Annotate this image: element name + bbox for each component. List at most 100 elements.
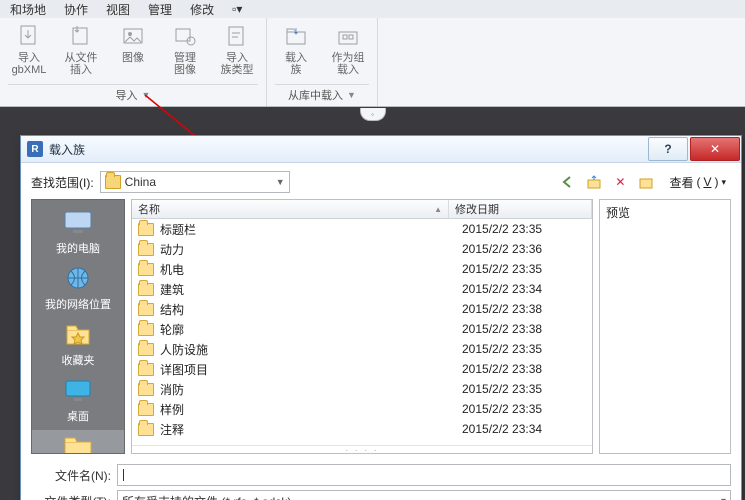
file-row[interactable]: 建筑2015/2/2 23:34	[132, 279, 592, 299]
folder-icon	[138, 403, 154, 416]
insert-from-file-button[interactable]: 从文件 插入	[60, 22, 102, 76]
up-button[interactable]	[586, 174, 602, 190]
load-family-button[interactable]: 载入 族	[275, 22, 317, 76]
file-row[interactable]: 结构2015/2/2 23:38	[132, 299, 592, 319]
dialog-title: 载入族	[49, 141, 647, 158]
filename-input[interactable]	[117, 464, 731, 486]
desktop-icon	[59, 376, 97, 406]
file-insert-icon	[67, 22, 95, 50]
folder-icon	[138, 223, 154, 236]
file-row[interactable]: 消防2015/2/2 23:35	[132, 379, 592, 399]
file-date: 2015/2/2 23:38	[462, 362, 592, 376]
ribbon-group-load-from-library: 载入 族 作为组 载入 从库中载入▼	[267, 18, 378, 106]
computer-icon	[59, 208, 97, 238]
chevron-down-icon[interactable]: ▼	[142, 90, 151, 100]
preview-pane: 预览	[599, 199, 731, 454]
manage-images-button[interactable]: 管理 图像	[164, 22, 206, 76]
close-button[interactable]: ✕	[690, 137, 740, 161]
ribbon-label: 导入 gbXML	[12, 52, 47, 76]
file-row[interactable]: 机电2015/2/2 23:35	[132, 259, 592, 279]
sidebar-item-favorites[interactable]: 收藏夹	[32, 318, 124, 372]
import-gbxml-button[interactable]: 导入 gbXML	[8, 22, 50, 76]
file-row[interactable]: 标题栏2015/2/2 23:35	[132, 219, 592, 239]
look-in-label: 查找范围(I):	[31, 174, 94, 191]
folder-in-icon	[282, 22, 310, 50]
view-menu-button[interactable]: 查看(V)▾	[664, 172, 731, 193]
file-name: 标题栏	[160, 221, 462, 238]
file-list[interactable]: 标题栏2015/2/2 23:35动力2015/2/2 23:36机电2015/…	[132, 219, 592, 445]
ribbon-label: 图像	[122, 52, 144, 64]
folder-group-icon	[334, 22, 362, 50]
sort-indicator-icon: ▲	[434, 205, 442, 214]
sidebar-item-desktop[interactable]: 桌面	[32, 374, 124, 428]
file-row[interactable]: 详图项目2015/2/2 23:38	[132, 359, 592, 379]
file-name: 机电	[160, 261, 462, 278]
folder-icon	[138, 283, 154, 296]
ribbon-group-title: 从库中载入▼	[275, 84, 369, 106]
dialog-titlebar[interactable]: R 载入族 ? ✕	[21, 136, 741, 163]
import-family-types-button[interactable]: 导入 族类型	[216, 22, 258, 76]
look-in-value: China	[125, 175, 156, 189]
file-row[interactable]: 人防设施2015/2/2 23:35	[132, 339, 592, 359]
ribbon-label: 管理 图像	[174, 52, 196, 76]
folder-icon	[138, 263, 154, 276]
resize-gripper[interactable]: · · · ·	[132, 445, 592, 453]
new-folder-button[interactable]	[638, 174, 654, 190]
menu-item[interactable]: 协作	[58, 0, 94, 19]
ribbon-label: 从文件 插入	[65, 52, 98, 76]
file-date: 2015/2/2 23:36	[462, 242, 592, 256]
menu-item[interactable]: 修改	[184, 0, 220, 19]
file-row[interactable]: 注释2015/2/2 23:34	[132, 419, 592, 439]
app-icon: R	[27, 141, 43, 157]
help-button[interactable]: ?	[648, 137, 688, 161]
file-row[interactable]: 轮廓2015/2/2 23:38	[132, 319, 592, 339]
file-row[interactable]: 样例2015/2/2 23:35	[132, 399, 592, 419]
file-date: 2015/2/2 23:35	[462, 342, 592, 356]
ribbon-label: 导入 族类型	[221, 52, 254, 76]
folder-icon	[138, 343, 154, 356]
file-name: 结构	[160, 301, 462, 318]
document-down-icon	[15, 22, 43, 50]
folder-icon	[59, 432, 97, 454]
filename-label: 文件名(N):	[31, 467, 111, 484]
back-button[interactable]	[560, 174, 576, 190]
filetype-select[interactable]: 所有受支持的文件 (*.rfa, *.adsk)	[117, 490, 731, 500]
file-name: 动力	[160, 241, 462, 258]
file-date: 2015/2/2 23:35	[462, 262, 592, 276]
sidebar-item-network[interactable]: 我的网络位置	[32, 262, 124, 316]
column-name[interactable]: 名称▲	[132, 200, 449, 218]
file-date: 2015/2/2 23:35	[462, 222, 592, 236]
file-name: 样例	[160, 401, 462, 418]
file-list-pane: 名称▲ 修改日期 标题栏2015/2/2 23:35动力2015/2/2 23:…	[131, 199, 593, 454]
column-headers: 名称▲ 修改日期	[132, 200, 592, 219]
image-gear-icon	[171, 22, 199, 50]
folder-icon	[138, 423, 154, 436]
menu-item[interactable]: 视图	[100, 0, 136, 19]
load-as-group-button[interactable]: 作为组 载入	[327, 22, 369, 76]
file-name: 注释	[160, 421, 462, 438]
file-date: 2015/2/2 23:38	[462, 302, 592, 316]
ribbon-collapse-handle[interactable]: ◦	[360, 108, 386, 121]
folder-icon	[138, 363, 154, 376]
sidebar-item-metric-library[interactable]: Metric Li…	[32, 430, 124, 454]
look-in-select[interactable]: China ▼	[100, 171, 290, 193]
sidebar-item-computer[interactable]: 我的电脑	[32, 206, 124, 260]
file-date: 2015/2/2 23:34	[462, 422, 592, 436]
folder-icon	[138, 323, 154, 336]
image-button[interactable]: 图像	[112, 22, 154, 76]
menu-bar: 和场地 协作 视图 管理 修改 ▫▾	[0, 0, 745, 19]
file-date: 2015/2/2 23:35	[462, 402, 592, 416]
chevron-down-icon[interactable]: ▼	[347, 90, 356, 100]
menu-item[interactable]: 和场地	[4, 0, 52, 19]
menu-item-addin[interactable]: ▫▾	[226, 1, 248, 17]
ribbon-label: 载入 族	[285, 52, 307, 76]
delete-button[interactable]: ✕	[612, 174, 628, 190]
menu-item[interactable]: 管理	[142, 0, 178, 19]
ribbon-group-import: 导入 gbXML 从文件 插入 图像 管理 图像 导入 族类型	[0, 18, 267, 106]
ribbon-group-title: 导入▼	[8, 84, 258, 106]
file-name: 轮廓	[160, 321, 462, 338]
column-date[interactable]: 修改日期	[449, 200, 592, 218]
file-date: 2015/2/2 23:38	[462, 322, 592, 336]
file-row[interactable]: 动力2015/2/2 23:36	[132, 239, 592, 259]
places-sidebar: 我的电脑 我的网络位置 收藏夹 桌面	[31, 199, 125, 454]
